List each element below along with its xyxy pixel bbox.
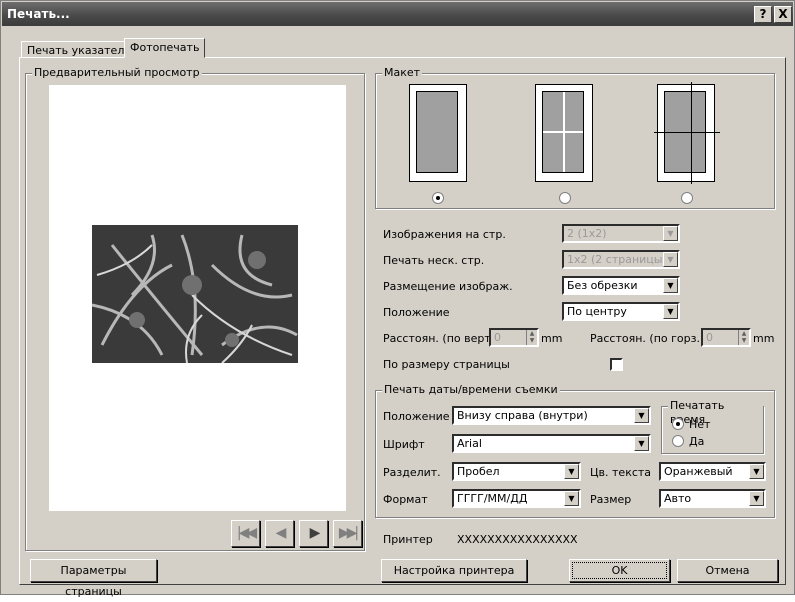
images-per-page-label: Изображения на стр. <box>383 228 506 241</box>
print-time-no-radio[interactable] <box>672 418 684 430</box>
chevron-down-icon: ▼ <box>564 464 579 479</box>
stepper-value: 0 <box>494 331 501 344</box>
ok-button[interactable]: OK <box>569 559 670 582</box>
chevron-down-icon: ▼ <box>634 408 649 423</box>
print-time-yes-radio[interactable] <box>672 435 684 447</box>
layout-single[interactable] <box>409 84 467 182</box>
vspacing-stepper[interactable]: 0 ▲ ▼ <box>489 328 539 347</box>
text-color-label: Цв. текста <box>590 466 652 479</box>
preview-group-title: Предварительный просмотр <box>32 66 202 80</box>
format-label: Формат <box>383 493 428 506</box>
select-value: Оранжевый <box>664 465 733 478</box>
preview-page <box>49 85 346 511</box>
chevron-down-icon: ▼ <box>663 304 678 319</box>
tab-index-print[interactable]: Печать указателя <box>21 41 137 58</box>
images-per-page-select[interactable]: 2 (1x2) ▼ <box>562 224 680 243</box>
chevron-down-icon: ▼ <box>663 252 678 267</box>
print-time-no-label: Нет <box>689 418 711 431</box>
chevron-down-icon: ▼ <box>663 278 678 293</box>
chevron-down-icon: ▼ <box>634 436 649 451</box>
layout-four-radio[interactable] <box>559 192 571 204</box>
fit-page-label: По размеру страницы <box>383 358 510 371</box>
select-value: ГГГГ/ММ/ДД <box>457 492 528 505</box>
layout-cut-lines-radio[interactable] <box>681 192 693 204</box>
layout-single-radio[interactable] <box>432 192 444 204</box>
font-select[interactable]: Arial ▼ <box>452 434 651 453</box>
date-group-title: Печать даты/времени съемки <box>382 383 560 397</box>
chevron-down-icon: ▼ <box>564 491 579 506</box>
printer-setup-button[interactable]: Настройка принтера <box>381 559 527 582</box>
layout-group: Макет <box>375 66 775 209</box>
title-bar: Печать... ? X <box>2 2 793 26</box>
hspacing-stepper[interactable]: 0 ▲ ▼ <box>701 328 751 347</box>
close-button[interactable]: X <box>774 6 792 23</box>
printer-label: Принтер <box>383 533 433 546</box>
hspacing-label: Расстоян. (по горз.) <box>590 332 705 345</box>
placement-select[interactable]: Без обрезки ▼ <box>562 276 680 295</box>
spin-arrows-icon: ▲ ▼ <box>738 330 749 345</box>
layout-four[interactable] <box>535 84 593 182</box>
chevron-down-icon: ▼ <box>749 464 764 479</box>
next-page-button[interactable]: ▶ <box>299 520 328 547</box>
date-position-select[interactable]: Внизу справа (внутри) ▼ <box>452 406 651 425</box>
format-select[interactable]: ГГГГ/ММ/ДД ▼ <box>452 489 581 508</box>
cancel-button[interactable]: Отмена <box>677 559 778 582</box>
layout-group-title: Макет <box>382 66 423 80</box>
select-value: Авто <box>664 492 692 505</box>
select-value: Пробел <box>457 465 500 478</box>
tab-photo-print[interactable]: Фотопечать <box>124 38 206 58</box>
window-title: Печать... <box>7 7 70 21</box>
chevron-down-icon: ▼ <box>749 491 764 506</box>
last-page-button[interactable]: ▶▶| <box>333 520 362 547</box>
multi-page-select[interactable]: 1x2 (2 страницы) ▼ <box>562 250 680 269</box>
select-value: По центру <box>567 305 627 318</box>
tab-label: Фотопечать <box>130 41 200 54</box>
select-value: Внизу справа (внутри) <box>457 409 588 422</box>
page-setup-button[interactable]: Параметры страницы <box>30 559 157 598</box>
date-position-label: Положение <box>383 410 450 423</box>
stepper-value: 0 <box>706 331 713 344</box>
position-label: Положение <box>383 306 450 319</box>
hspacing-unit: mm <box>753 332 775 345</box>
placement-label: Размещение изображ. <box>383 280 513 293</box>
text-color-select[interactable]: Оранжевый ▼ <box>659 462 766 481</box>
first-page-button[interactable]: |◀◀ <box>231 520 260 547</box>
layout-cut-lines[interactable] <box>654 82 720 184</box>
select-value: 1x2 (2 страницы) <box>567 253 667 266</box>
multi-page-label: Печать неск. стр. <box>383 254 485 267</box>
select-value: Без обрезки <box>567 279 638 292</box>
font-label: Шрифт <box>383 438 425 451</box>
tab-label: Печать указателя <box>27 44 131 57</box>
spin-arrows-icon: ▲ ▼ <box>526 330 537 345</box>
help-button[interactable]: ? <box>754 6 772 23</box>
separator-label: Разделит. <box>383 466 441 479</box>
preview-group: Предварительный просмотр <box>25 66 365 551</box>
select-value: 2 (1x2) <box>567 227 607 240</box>
print-dialog: Печать... ? X Печать указателя Фотопечат… <box>0 0 795 598</box>
photo-thumbnail <box>92 225 298 363</box>
chevron-down-icon: ▼ <box>663 226 678 241</box>
select-value: Arial <box>457 437 482 450</box>
print-time-yes-label: Да <box>689 435 705 448</box>
vspacing-unit: mm <box>541 332 563 345</box>
size-label: Размер <box>590 493 632 506</box>
position-select[interactable]: По центру ▼ <box>562 302 680 321</box>
prev-page-button[interactable]: ◀ <box>265 520 294 547</box>
separator-select[interactable]: Пробел ▼ <box>452 462 581 481</box>
size-select[interactable]: Авто ▼ <box>659 489 766 508</box>
fit-page-checkbox[interactable] <box>610 358 623 371</box>
printer-name: XXXXXXXXXXXXXXXX <box>457 533 578 546</box>
vspacing-label: Расстоян. (по верт.) <box>383 332 499 345</box>
